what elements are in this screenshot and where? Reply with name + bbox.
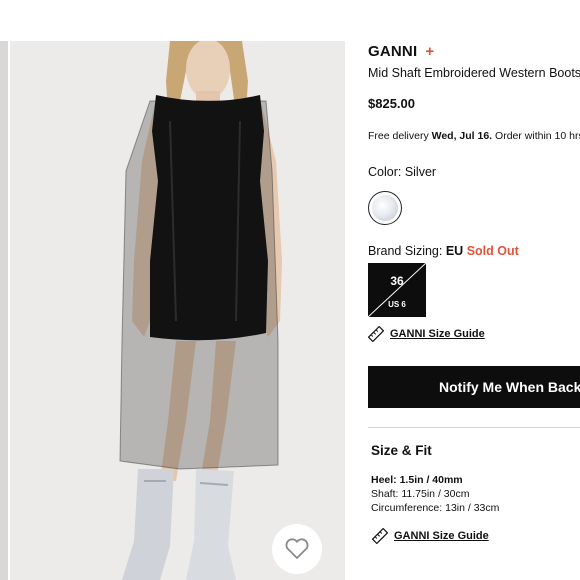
size-guide-label-secondary[interactable]: GANNI Size Guide (394, 530, 489, 542)
delivery-info: Free delivery Wed, Jul 16. Order within … (368, 130, 580, 142)
sizing-prefix: Brand Sizing: (368, 244, 446, 258)
heel-height: Heel: 1.5in / 40mm (371, 474, 463, 486)
size-guide-label[interactable]: GANNI Size Guide (390, 328, 485, 340)
notify-me-label: Notify Me When Back (439, 379, 580, 395)
ruler-icon (368, 326, 384, 342)
shaft-height: Shaft: 11.75in / 30cm (371, 488, 470, 500)
brand-name[interactable]: GANNI (368, 43, 417, 60)
swatch-fill (372, 195, 398, 221)
color-label: Color: Silver (368, 165, 437, 179)
product-name: Mid Shaft Embroidered Western Boots (368, 66, 580, 80)
size-option-36[interactable]: 36 US 6 (368, 263, 426, 317)
section-divider (368, 427, 580, 428)
ruler-icon (372, 528, 388, 544)
size-guide-link-secondary[interactable]: GANNI Size Guide (372, 528, 489, 544)
wishlist-button[interactable] (272, 524, 322, 574)
size-us-label: US 6 (388, 300, 406, 309)
previous-image-thumbnail[interactable] (0, 41, 8, 580)
delivery-prefix: Free delivery (368, 130, 432, 142)
circumference: Circumference: 13in / 33cm (371, 502, 500, 514)
size-guide-link[interactable]: GANNI Size Guide (368, 326, 485, 342)
follow-brand-plus[interactable]: + (425, 43, 434, 60)
brand-link[interactable]: GANNI + (368, 43, 434, 60)
sizing-system: EU (445, 244, 464, 258)
product-main-image[interactable] (10, 41, 345, 580)
delivery-suffix: Order within 10 hrs 3 (495, 130, 580, 142)
notify-me-button[interactable]: Notify Me When Back (368, 366, 580, 408)
sold-out-status: Sold Out (466, 244, 519, 258)
product-price: $825.00 (368, 96, 415, 111)
brand-sizing-label: Brand Sizing: EU Sold Out (368, 244, 519, 258)
color-swatch-silver[interactable] (368, 191, 402, 225)
size-eu-label: 36 (390, 274, 404, 288)
size-fit-heading[interactable]: Size & Fit (371, 443, 432, 458)
delivery-date: Wed, Jul 16. (431, 130, 493, 142)
product-details-panel: GANNI + Mid Shaft Embroidered Western Boo… (368, 0, 580, 580)
heart-icon (285, 538, 309, 559)
